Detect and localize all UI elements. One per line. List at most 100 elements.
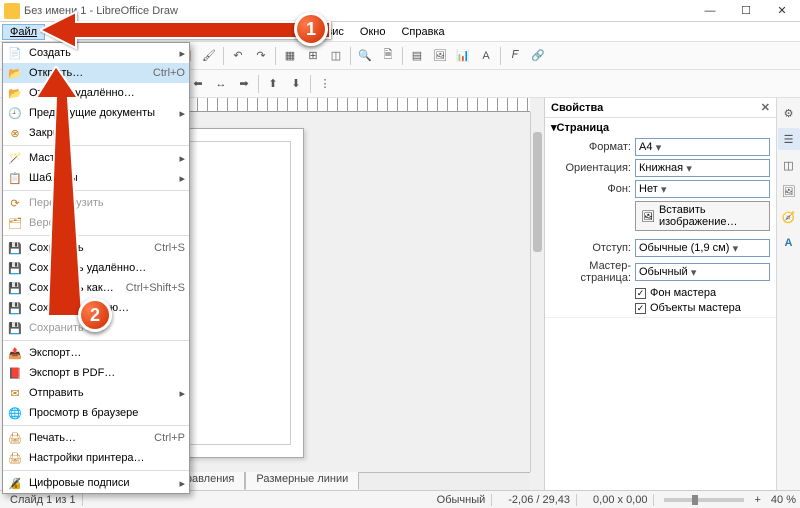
versions-icon: 🗂: [7, 215, 23, 231]
menu-item-export-pdf[interactable]: 📕Экспорт в PDF…: [3, 363, 189, 383]
menu-shortcut: Ctrl+P: [154, 432, 185, 444]
submenu-arrow-icon: ▸: [179, 477, 185, 490]
tab-dims[interactable]: Размерные линии: [245, 472, 359, 490]
insert-image-button[interactable]: 🖼: [429, 45, 451, 67]
format-label: Формат:: [551, 141, 631, 153]
submenu-arrow-icon: ▸: [179, 172, 185, 185]
master-bg-check[interactable]: ✓Фон мастера: [635, 287, 770, 299]
clone-button[interactable]: 🖌: [198, 45, 220, 67]
app-icon: [4, 3, 20, 19]
master-label: Мастер-страница:: [551, 260, 631, 284]
align-right-button[interactable]: ➡: [233, 73, 255, 95]
menu-item-reload: ⟳Перезагрузить: [3, 193, 189, 213]
menu-item-print[interactable]: 🖨Печать…Ctrl+P: [3, 428, 189, 448]
background-label: Фон:: [551, 183, 631, 195]
menu-item-sign[interactable]: 🔏 Цифровые подписи ▸: [3, 473, 189, 493]
vertical-scrollbar[interactable]: [530, 112, 544, 472]
arrange-front-button[interactable]: ⬆: [262, 73, 284, 95]
arrange-back-button[interactable]: ⬇: [285, 73, 307, 95]
menu-item-save-remote[interactable]: 💾Сохранить удалённо…: [3, 258, 189, 278]
menu-view[interactable]: Вид: [98, 24, 134, 40]
redo-button[interactable]: ↷: [250, 45, 272, 67]
menu-shortcut: Ctrl+S: [154, 242, 185, 254]
insert-image-button[interactable]: 🖼 Вставить изображение…: [635, 201, 770, 231]
menu-shape[interactable]: Фигура: [246, 24, 298, 40]
menu-insert[interactable]: Вставка: [134, 24, 191, 40]
menu-item-send[interactable]: ✉Отправить▸: [3, 383, 189, 403]
status-size: 0,00 x 0,00: [587, 494, 654, 506]
menu-item-printer[interactable]: 🖨Настройки принтера…: [3, 448, 189, 468]
insert-chart-button[interactable]: 📊: [452, 45, 474, 67]
save-copy-icon: 💾: [7, 300, 23, 316]
zoom-value[interactable]: 40 %: [771, 494, 796, 506]
sidebar-settings-icon[interactable]: ⚙: [778, 102, 800, 124]
sign-icon: 🔏: [7, 475, 23, 491]
sidebar-close-icon[interactable]: ✕: [761, 101, 770, 114]
sidebar-properties-icon[interactable]: ☰: [778, 128, 800, 150]
menu-item-label: Мастер: [29, 152, 173, 164]
menu-item-doc-new[interactable]: 📄Создать▸: [3, 43, 189, 63]
menu-item-save[interactable]: 💾 Сохранить Ctrl+S: [3, 238, 189, 258]
menu-item-label: Предыдущие документы: [29, 107, 173, 119]
menu-item-label: Сохранить: [29, 242, 148, 254]
snap-button[interactable]: ⊞: [302, 45, 324, 67]
menu-item-label: Создать: [29, 47, 173, 59]
menu-item-open[interactable]: 📂Открыть…Ctrl+O: [3, 63, 189, 83]
menu-item-wizard[interactable]: 🪄Мастер▸: [3, 148, 189, 168]
menu-item-recent[interactable]: 🕘Предыдущие документы▸: [3, 103, 189, 123]
align-left-button[interactable]: ⬅: [187, 73, 209, 95]
menu-format[interactable]: Формат: [191, 24, 246, 40]
export-icon: 📤: [7, 345, 23, 361]
sidebar-navigator-icon[interactable]: 🧭: [778, 206, 800, 228]
menu-item-label: Цифровые подписи: [29, 477, 173, 489]
sidebar-styles-icon[interactable]: A: [778, 232, 800, 254]
zoom-button[interactable]: 🔍: [354, 45, 376, 67]
zoom-page-button[interactable]: 🗎: [377, 45, 399, 67]
master-field[interactable]: Обычный▾: [635, 263, 770, 281]
save-icon: 💾: [7, 240, 23, 256]
menu-file[interactable]: Файл: [2, 24, 45, 40]
helplines-button[interactable]: ◫: [325, 45, 347, 67]
zoom-plus[interactable]: +: [754, 494, 760, 506]
save-remote-icon: 💾: [7, 260, 23, 276]
close-button[interactable]: ✕: [764, 0, 800, 22]
menu-item-open-remote[interactable]: 📂Открыть удалённо…: [3, 83, 189, 103]
menu-item-export[interactable]: 📤Экспорт…: [3, 343, 189, 363]
format-field[interactable]: A4▾: [635, 138, 770, 156]
orientation-field[interactable]: Книжная▾: [635, 159, 770, 177]
sidebar-shapes-icon[interactable]: ◫: [778, 154, 800, 176]
menu-item-template[interactable]: 📋Шаблоны▸: [3, 168, 189, 188]
printer-icon: 🖨: [7, 450, 23, 466]
grid-button[interactable]: ▦: [279, 45, 301, 67]
menu-item-label: Открыть удалённо…: [29, 87, 185, 99]
insert-text-button[interactable]: A: [475, 45, 497, 67]
maximize-button[interactable]: ☐: [728, 0, 764, 22]
fontwork-button[interactable]: 𝐹: [504, 45, 526, 67]
menu-edit[interactable]: Правка: [45, 24, 98, 40]
insert-table-button[interactable]: ▤: [406, 45, 428, 67]
master-obj-check[interactable]: ✓Объекты мастера: [635, 302, 770, 314]
zoom-slider[interactable]: [664, 498, 744, 502]
align-center-button[interactable]: ↔: [210, 73, 232, 95]
wizard-icon: 🪄: [7, 150, 23, 166]
hyperlink-button[interactable]: 🔗: [527, 45, 549, 67]
undo-button[interactable]: ↶: [227, 45, 249, 67]
menu-help[interactable]: Справка: [393, 24, 452, 40]
menu-item-label: Версии…: [29, 217, 185, 229]
margin-field[interactable]: Обычные (1,9 см)▾: [635, 239, 770, 257]
background-field[interactable]: Нет▾: [635, 180, 770, 198]
menu-item-label: Отправить: [29, 387, 173, 399]
distribute-button[interactable]: ⋮: [314, 73, 336, 95]
menu-item-preview[interactable]: 🌐Просмотр в браузере: [3, 403, 189, 423]
menu-item-save-as[interactable]: 💾Сохранить как…Ctrl+Shift+S: [3, 278, 189, 298]
minimize-button[interactable]: —: [692, 0, 728, 22]
menu-item-close[interactable]: ⊗Закрыть: [3, 123, 189, 143]
menu-item-label: Открыть…: [29, 67, 147, 79]
submenu-arrow-icon: ▸: [179, 387, 185, 400]
section-page[interactable]: ▾ Страница: [551, 121, 770, 134]
menu-window[interactable]: Окно: [352, 24, 394, 40]
save-all-icon: 💾: [7, 320, 23, 336]
sidebar-gallery-icon[interactable]: 🖼: [778, 180, 800, 202]
open-icon: 📂: [7, 65, 23, 81]
submenu-arrow-icon: ▸: [179, 47, 185, 60]
